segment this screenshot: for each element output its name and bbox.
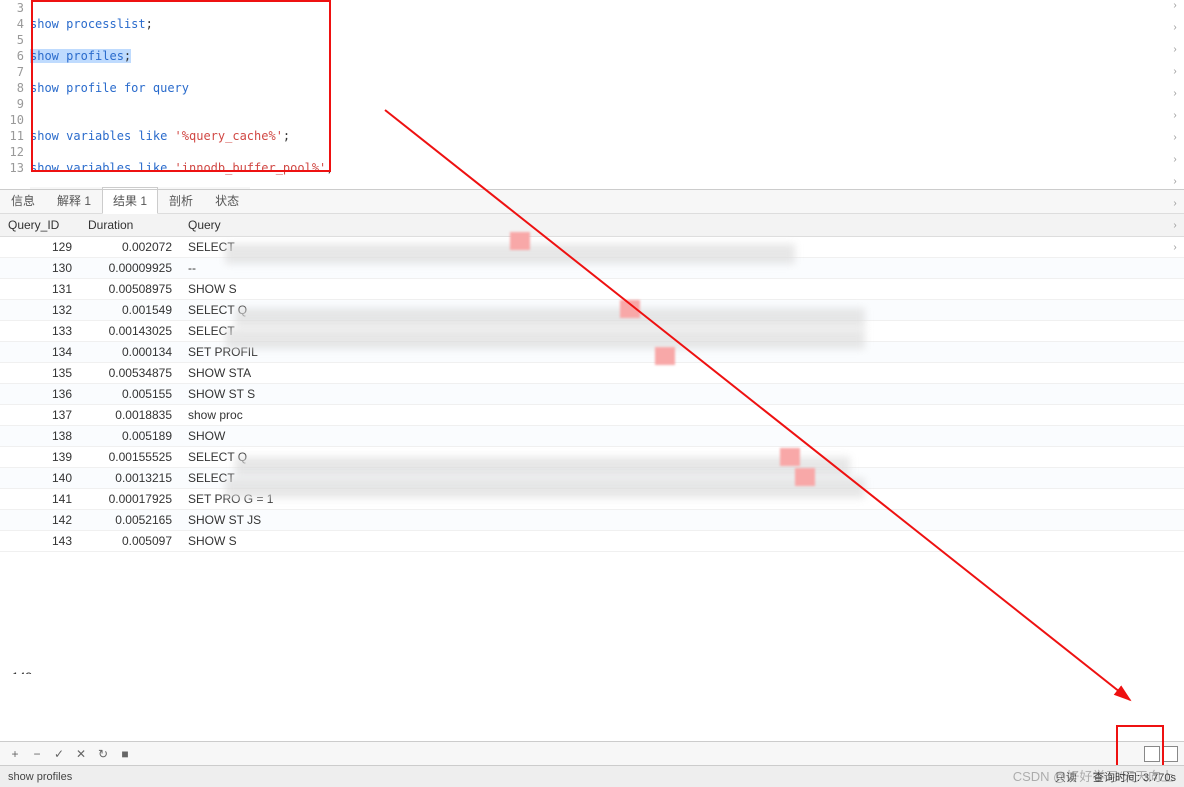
- fold-chevron-icon[interactable]: ›: [1168, 66, 1182, 88]
- tab-1[interactable]: 解释 1: [46, 187, 102, 213]
- fold-chevron-icon[interactable]: ›: [1168, 154, 1182, 176]
- remove-button[interactable]: −: [28, 745, 46, 763]
- redaction: [620, 300, 640, 318]
- tab-0[interactable]: 信息: [0, 187, 46, 213]
- code-area[interactable]: show processlist; show profiles; show prof…: [30, 0, 1184, 189]
- fold-chevron-icon[interactable]: ›: [1168, 242, 1182, 264]
- fold-chevron-icon[interactable]: ›: [1168, 110, 1182, 132]
- tab-4[interactable]: 状态: [204, 187, 250, 213]
- code-line[interactable]: [30, 96, 1184, 112]
- form-view-icon[interactable]: [1162, 746, 1178, 762]
- line-gutter: 345678910111213: [0, 0, 30, 189]
- table-row[interactable]: 1430.005097SHOW S: [0, 531, 1184, 552]
- fold-chevron-icon[interactable]: ›: [1168, 0, 1182, 22]
- code-line[interactable]: [30, 32, 1184, 48]
- fold-chevron-icon[interactable]: ›: [1168, 176, 1182, 198]
- col-header[interactable]: Query: [180, 214, 1184, 237]
- status-command: show profiles: [8, 771, 72, 783]
- fold-chevron-icon[interactable]: ›: [1168, 132, 1182, 154]
- table-row[interactable]: 1370.0018835show proc: [0, 405, 1184, 426]
- code-line[interactable]: show processlist;: [30, 16, 1184, 32]
- results-table[interactable]: Query_IDDurationQuery 1290.002072SELECT1…: [0, 214, 1184, 552]
- redaction: [655, 347, 675, 365]
- code-line[interactable]: show profile for query: [30, 80, 1184, 96]
- redaction: [795, 468, 815, 486]
- redaction: [225, 478, 865, 498]
- fold-chevron-icon[interactable]: ›: [1168, 44, 1182, 66]
- redaction: [780, 448, 800, 466]
- code-line[interactable]: [30, 112, 1184, 128]
- code-line[interactable]: show variables like 'innodb_buffer_pool%…: [30, 160, 1184, 176]
- bottom-toolbar: + − ✓ ✕ ↻ ■: [0, 741, 1184, 765]
- table-row[interactable]: 1310.00508975SHOW S: [0, 279, 1184, 300]
- redaction: [235, 308, 865, 328]
- code-line[interactable]: [30, 144, 1184, 160]
- status-bar: show profiles 只读 查询时间: 3.770s: [0, 765, 1184, 787]
- result-tabs: 信息解释 1结果 1剖析状态: [0, 190, 1184, 214]
- fold-chevron-icon[interactable]: ›: [1168, 220, 1182, 242]
- table-row[interactable]: 1350.00534875SHOW STA: [0, 363, 1184, 384]
- results-pane: Query_IDDurationQuery 1290.002072SELECT1…: [0, 214, 1184, 674]
- status-query-time: 查询时间: 3.770s: [1093, 769, 1176, 785]
- refresh-button[interactable]: ↻: [94, 745, 112, 763]
- redaction: [225, 329, 865, 349]
- fold-gutter: ››››››››››››: [1168, 0, 1182, 264]
- cancel-button[interactable]: ✕: [72, 745, 90, 763]
- add-button[interactable]: +: [6, 745, 24, 763]
- status-readonly: 只读: [1055, 769, 1077, 785]
- check-button[interactable]: ✓: [50, 745, 68, 763]
- tab-3[interactable]: 剖析: [158, 187, 204, 213]
- table-row[interactable]: 1360.005155SHOW ST S: [0, 384, 1184, 405]
- fold-chevron-icon[interactable]: ›: [1168, 88, 1182, 110]
- redaction: [235, 457, 850, 477]
- tab-2[interactable]: 结果 1: [102, 187, 158, 214]
- row-count: 143: [12, 670, 32, 674]
- sql-editor[interactable]: 345678910111213 show processlist;show pr…: [0, 0, 1184, 190]
- code-line[interactable]: [30, 64, 1184, 80]
- stop-button[interactable]: ■: [116, 745, 134, 763]
- fold-chevron-icon[interactable]: ›: [1168, 22, 1182, 44]
- col-header[interactable]: Query_ID: [0, 214, 80, 237]
- view-mode-buttons[interactable]: [1144, 746, 1178, 762]
- code-line[interactable]: [30, 0, 1184, 16]
- fold-chevron-icon[interactable]: ›: [1168, 198, 1182, 220]
- redaction: [510, 232, 530, 250]
- code-line[interactable]: show profiles;: [30, 48, 1184, 64]
- table-row[interactable]: 1420.0052165SHOW ST JS: [0, 510, 1184, 531]
- col-header[interactable]: Duration: [80, 214, 180, 237]
- table-row[interactable]: 1380.005189SHOW: [0, 426, 1184, 447]
- code-line[interactable]: show variables like '%query_cache%';: [30, 128, 1184, 144]
- grid-view-icon[interactable]: [1144, 746, 1160, 762]
